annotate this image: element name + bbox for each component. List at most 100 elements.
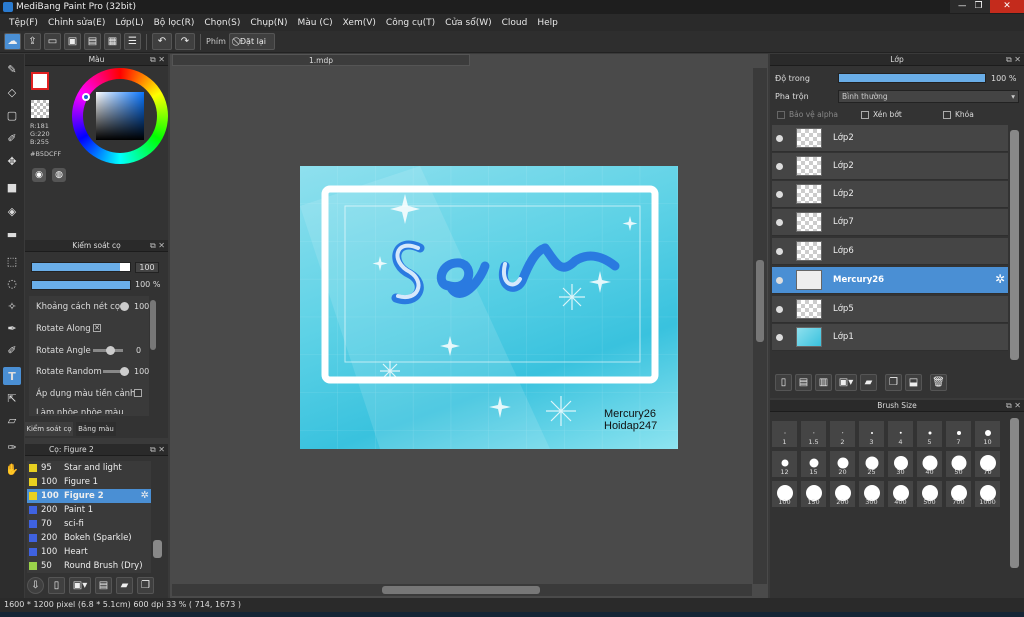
brush-size-option[interactable]: 40 (916, 450, 943, 478)
gradient-tool-icon[interactable]: ▬ (3, 225, 21, 243)
magic-wand-icon[interactable]: ✧ (3, 297, 21, 315)
menu-select[interactable]: Chọn(S) (199, 18, 245, 28)
bucket-tool-icon[interactable]: ◈ (3, 202, 21, 220)
brush-size-option[interactable]: 2 (829, 420, 856, 448)
hand-tool-icon[interactable]: ✋ (3, 460, 21, 478)
share-icon[interactable]: ⇪ (24, 33, 41, 50)
menu-color[interactable]: Màu (C) (293, 18, 338, 28)
list-item[interactable]: 70 sci-fi (27, 517, 151, 531)
eye-icon[interactable] (776, 248, 783, 255)
lock-checkbox[interactable] (943, 111, 951, 119)
brush-size-option[interactable]: 300 (858, 480, 885, 508)
new-brush-icon[interactable]: ▯ (48, 576, 65, 594)
brush-tool-icon[interactable]: ✎ (3, 60, 21, 78)
rotate-random-handle[interactable] (120, 367, 129, 376)
rectangle-select-icon[interactable]: ▢ (3, 106, 21, 124)
folder-layer-icon[interactable]: ▰ (860, 373, 877, 391)
rotate-angle-handle[interactable] (106, 346, 115, 355)
clipping-checkbox[interactable] (861, 111, 869, 119)
menu-help[interactable]: Help (532, 18, 563, 28)
tab-color-palette[interactable]: Bảng màu (76, 422, 116, 436)
gear-icon[interactable]: ✲ (141, 489, 149, 503)
brush-size-option[interactable]: 1 (771, 420, 798, 448)
brush-size-option[interactable]: 700 (945, 480, 972, 508)
brush-list-scrollbar[interactable] (153, 540, 162, 558)
layer-row-selected[interactable]: Mercury26 ✲ (772, 267, 1008, 294)
brush-size-option[interactable]: 200 (829, 480, 856, 508)
menu-view[interactable]: Xem(V) (338, 18, 381, 28)
background-color-swatch[interactable] (31, 100, 49, 118)
foreground-color-swatch[interactable] (31, 72, 49, 90)
eye-icon[interactable] (776, 163, 783, 170)
merge-layer-icon[interactable]: ⬓ (905, 373, 922, 391)
folder-brush-icon[interactable]: ▰ (116, 576, 133, 594)
new-layer-icon[interactable]: ▯ (775, 373, 792, 391)
artwork-canvas[interactable]: Mercury26 Hoidap247 (300, 166, 678, 449)
lasso-tool-icon[interactable]: ◌ (3, 274, 21, 292)
eye-icon[interactable] (776, 219, 783, 226)
folder-icon[interactable]: ▣ (64, 33, 81, 50)
list-item[interactable]: 200 Bokeh (Sparkle) (27, 531, 151, 545)
menu-edit[interactable]: Chỉnh sửa(E) (43, 18, 110, 28)
divide-tool-icon[interactable]: ▱ (3, 411, 21, 429)
cloud-icon[interactable]: ☁ (4, 33, 21, 50)
list-item[interactable]: 200 Paint 1 (27, 503, 151, 517)
brush-size-option[interactable]: 7 (945, 420, 972, 448)
menu-file[interactable]: Tệp(F) (4, 18, 43, 28)
layer-row[interactable]: Lớp1 (772, 324, 1008, 351)
list-item[interactable]: 95 Star and light (27, 461, 151, 475)
list-item[interactable]: 100 Heart (27, 545, 151, 559)
brush-size-option[interactable]: 10 (974, 420, 1001, 448)
layer-list-scrollbar[interactable] (1010, 130, 1019, 360)
panel-close-icon[interactable]: ⧉ ✕ (150, 444, 165, 456)
color-picker-icon[interactable]: ◍ (52, 168, 66, 182)
brush-size-option[interactable]: 150 (800, 480, 827, 508)
brush-size-option[interactable]: 100 (771, 480, 798, 508)
tab-brush-control[interactable]: Kiểm soát cọ (25, 422, 73, 436)
brush-size-value[interactable]: 100 (135, 262, 159, 273)
eye-icon[interactable] (776, 306, 783, 313)
spacing-slider-handle[interactable] (120, 302, 129, 311)
new-halftone-layer-icon[interactable]: ▤ (795, 373, 812, 391)
brush-size-option[interactable]: 12 (771, 450, 798, 478)
new-8bit-layer-icon[interactable]: ▥ (815, 373, 832, 391)
layer-row[interactable]: Lớp5 (772, 296, 1008, 323)
brush-size-option[interactable]: 50 (945, 450, 972, 478)
brush-size-scrollbar[interactable] (1010, 418, 1019, 568)
select-pen-icon[interactable]: ✒ (3, 319, 21, 337)
layer-row[interactable]: Lớp2 (772, 125, 1008, 152)
brush-size-option[interactable]: 3 (858, 420, 885, 448)
eye-icon[interactable] (776, 191, 783, 198)
redo-icon[interactable]: ↷ (175, 33, 195, 50)
blend-mode-select[interactable]: Bình thường ▾ (838, 90, 1019, 103)
layer-row[interactable]: Lớp6 (772, 238, 1008, 265)
list-item[interactable]: 100 Figure 1 (27, 475, 151, 489)
eraser-tool-icon[interactable]: ◇ (3, 83, 21, 101)
brush-size-option[interactable]: 20 (829, 450, 856, 478)
eye-icon[interactable] (776, 277, 783, 284)
brush-settings-scrollbar[interactable] (150, 300, 156, 350)
list-item[interactable]: 50 Round Brush (Dry) (27, 559, 151, 573)
menu-tools[interactable]: Công cụ(T) (381, 18, 440, 28)
layer-row[interactable]: Lớp7 (772, 209, 1008, 236)
horizontal-scrollbar[interactable] (172, 584, 752, 596)
duplicate-layer-icon[interactable]: ❐ (885, 373, 902, 391)
close-button[interactable]: ✕ (990, 0, 1024, 13)
brush-size-option[interactable]: 1000 (974, 480, 1001, 508)
brush-size-option[interactable]: 30 (887, 450, 914, 478)
move-tool-icon[interactable]: ✥ (3, 152, 21, 170)
panel-close-icon[interactable]: ⧉ ✕ (1006, 54, 1021, 66)
rotate-along-checkbox[interactable]: ✕ (93, 324, 101, 332)
list-item-selected[interactable]: 100 Figure 2 ✲ (27, 489, 151, 503)
menu-cloud[interactable]: Cloud (497, 18, 533, 28)
operation-tool-icon[interactable]: ⇱ (3, 389, 21, 407)
delete-layer-icon[interactable]: 🗑 (930, 373, 947, 391)
duplicate-brush-icon[interactable]: ▤ (95, 576, 112, 594)
apply-foreground-checkbox[interactable] (134, 389, 142, 397)
palette-icon[interactable]: ◉ (32, 168, 46, 182)
panel-close-icon[interactable]: ⧉ ✕ (150, 54, 165, 66)
maximize-button[interactable]: ❐ (966, 0, 991, 13)
list-icon[interactable]: ☰ (124, 33, 141, 50)
copy-brush-icon[interactable]: ❐ (137, 576, 154, 594)
protect-alpha-checkbox[interactable] (777, 111, 785, 119)
